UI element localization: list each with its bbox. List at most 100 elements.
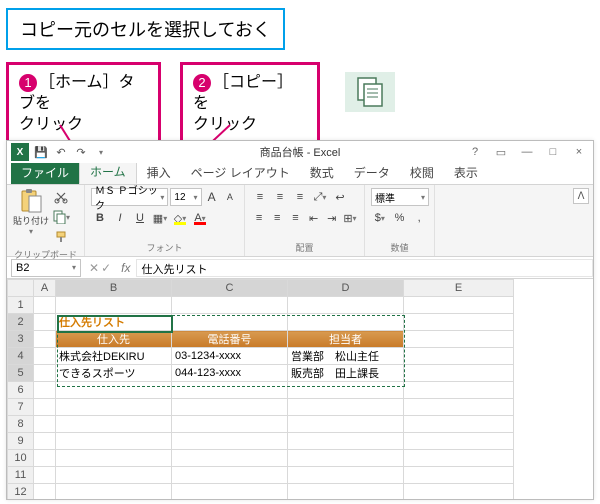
cell-b3[interactable]: 仕入先 [56, 331, 172, 348]
font-name-value: ＭＳ Ｐゴシック [95, 182, 160, 212]
decrease-indent-button[interactable]: ⇤ [306, 209, 322, 227]
title-bar: X 💾 ↶ ↷ ▾ 商品台帳 - Excel ? ▭ — □ × [7, 141, 593, 163]
align-left-button[interactable]: ≡ [251, 209, 267, 227]
align-top-button[interactable]: ≡ [251, 188, 269, 206]
underline-button[interactable]: U [131, 209, 149, 227]
bold-button[interactable]: B [91, 209, 109, 227]
row-header-1[interactable]: 1 [8, 297, 34, 314]
align-center-button[interactable]: ≡ [269, 209, 285, 227]
row-header-12[interactable]: 12 [8, 484, 34, 500]
row-header-6[interactable]: 6 [8, 382, 34, 399]
ribbon-group-number: 標準▾ $▾ % , 数値 [365, 185, 435, 256]
annotation-step-2: 2［コピー］を クリック [180, 62, 320, 146]
annotation-select-source: コピー元のセルを選択しておく [6, 8, 285, 50]
close-button[interactable]: × [571, 146, 587, 159]
row-header-7[interactable]: 7 [8, 399, 34, 416]
column-header-e[interactable]: E [404, 280, 514, 297]
shrink-font-button[interactable]: A [222, 188, 238, 206]
row-header-4[interactable]: 4 [8, 348, 34, 365]
copy-button[interactable]: ▾ [51, 208, 71, 226]
document-title: 商品台帳 - Excel [260, 144, 341, 160]
grow-font-button[interactable]: A [204, 188, 220, 206]
paste-button[interactable]: 貼り付け ▾ [13, 188, 49, 236]
cell-d4[interactable]: 営業部 松山主任 [288, 348, 404, 365]
cell-c3[interactable]: 電話番号 [172, 331, 288, 348]
formula-enter-button[interactable]: ✓ [101, 261, 111, 275]
currency-button[interactable]: $▾ [371, 209, 389, 227]
cell-b4[interactable]: 株式会社DEKIRU [56, 348, 172, 365]
row-header-5[interactable]: 5 [8, 365, 34, 382]
column-header-c[interactable]: C [172, 280, 288, 297]
tab-insert[interactable]: 挿入 [137, 161, 181, 184]
cell-c5[interactable]: 044-123-xxxx [172, 365, 288, 382]
row-header-2[interactable]: 2 [8, 314, 34, 331]
border-button[interactable]: ▦▾ [151, 209, 169, 227]
tab-review[interactable]: 校閲 [400, 161, 444, 184]
worksheet-grid[interactable]: A B C D E 1 2 仕入先リスト 3 仕入先電話番号担当者 4 株式会社DEK… [7, 279, 514, 499]
font-name-selector[interactable]: ＭＳ Ｐゴシック▾ [91, 188, 168, 206]
cell-b5[interactable]: できるスポーツ [56, 365, 172, 382]
help-button[interactable]: ? [467, 146, 483, 159]
step1-text-b: クリック [19, 116, 83, 133]
row-header-10[interactable]: 10 [8, 450, 34, 467]
column-header-a[interactable]: A [34, 280, 56, 297]
merge-button[interactable]: ⊞▾ [342, 209, 358, 227]
paste-label: 貼り付け [13, 214, 49, 227]
align-right-button[interactable]: ≡ [287, 209, 303, 227]
formula-input[interactable]: 仕入先リスト [136, 259, 593, 277]
tab-formulas[interactable]: 数式 [300, 161, 344, 184]
step-number-2: 2 [193, 74, 211, 92]
fill-color-button[interactable]: ◇▾ [171, 209, 189, 227]
cell-d5[interactable]: 販売部 田上課長 [288, 365, 404, 382]
cut-button[interactable] [51, 188, 71, 206]
ribbon: ᐱ 貼り付け ▾ ▾ クリップボード ＭＳ Ｐゴシック▾ [7, 185, 593, 257]
ribbon-group-clipboard: 貼り付け ▾ ▾ クリップボード [7, 185, 85, 256]
worksheet-area[interactable]: A B C D E 1 2 仕入先リスト 3 仕入先電話番号担当者 4 株式会社DEK… [7, 279, 593, 499]
formula-cancel-button[interactable]: ✕ [89, 261, 99, 275]
number-format-value: 標準 [375, 190, 395, 205]
increase-indent-button[interactable]: ⇥ [324, 209, 340, 227]
minimize-button[interactable]: — [519, 146, 535, 159]
align-bottom-button[interactable]: ≡ [291, 188, 309, 206]
qat-customize-dropdown[interactable]: ▾ [93, 144, 109, 160]
font-color-button[interactable]: A▾ [191, 209, 209, 227]
qat-redo-button[interactable]: ↷ [73, 144, 89, 160]
row-header-8[interactable]: 8 [8, 416, 34, 433]
collapse-ribbon-button[interactable]: ᐱ [573, 188, 589, 204]
comma-button[interactable]: , [410, 209, 428, 227]
align-middle-button[interactable]: ≡ [271, 188, 289, 206]
italic-button[interactable]: I [111, 209, 129, 227]
excel-logo-icon: X [11, 143, 29, 161]
tab-file[interactable]: ファイル [11, 161, 79, 184]
tab-view[interactable]: 表示 [444, 161, 488, 184]
column-header-b[interactable]: B [56, 280, 172, 297]
qat-undo-button[interactable]: ↶ [53, 144, 69, 160]
cell-d3[interactable]: 担当者 [288, 331, 404, 348]
window-controls: ? ▭ — □ × [467, 146, 587, 159]
select-all-corner[interactable] [8, 280, 34, 297]
number-format-selector[interactable]: 標準▾ [371, 188, 429, 206]
row-header-11[interactable]: 11 [8, 467, 34, 484]
formula-bar: B2▾ ✕ ✓ fx 仕入先リスト [7, 257, 593, 279]
tab-page-layout[interactable]: ページ レイアウト [181, 161, 300, 184]
format-painter-button[interactable] [51, 228, 71, 246]
ribbon-display-button[interactable]: ▭ [493, 146, 509, 159]
qat-save-button[interactable]: 💾 [33, 144, 49, 160]
row-header-3[interactable]: 3 [8, 331, 34, 348]
font-size-value: 12 [174, 192, 185, 203]
step-number-1: 1 [19, 74, 37, 92]
tab-data[interactable]: データ [344, 161, 400, 184]
paste-dropdown-icon[interactable]: ▾ [29, 227, 33, 236]
copy-dropdown-icon[interactable]: ▾ [66, 213, 70, 222]
row-header-9[interactable]: 9 [8, 433, 34, 450]
percent-button[interactable]: % [391, 209, 409, 227]
wrap-text-button[interactable]: ↩ [331, 188, 349, 206]
maximize-button[interactable]: □ [545, 146, 561, 159]
name-box[interactable]: B2▾ [11, 259, 81, 277]
font-size-selector[interactable]: 12▾ [170, 188, 201, 206]
orientation-button[interactable]: ⤢▾ [311, 188, 329, 206]
cell-c4[interactable]: 03-1234-xxxx [172, 348, 288, 365]
column-header-d[interactable]: D [288, 280, 404, 297]
insert-function-button[interactable]: fx [121, 261, 130, 275]
cell-b2[interactable]: 仕入先リスト [56, 314, 172, 331]
